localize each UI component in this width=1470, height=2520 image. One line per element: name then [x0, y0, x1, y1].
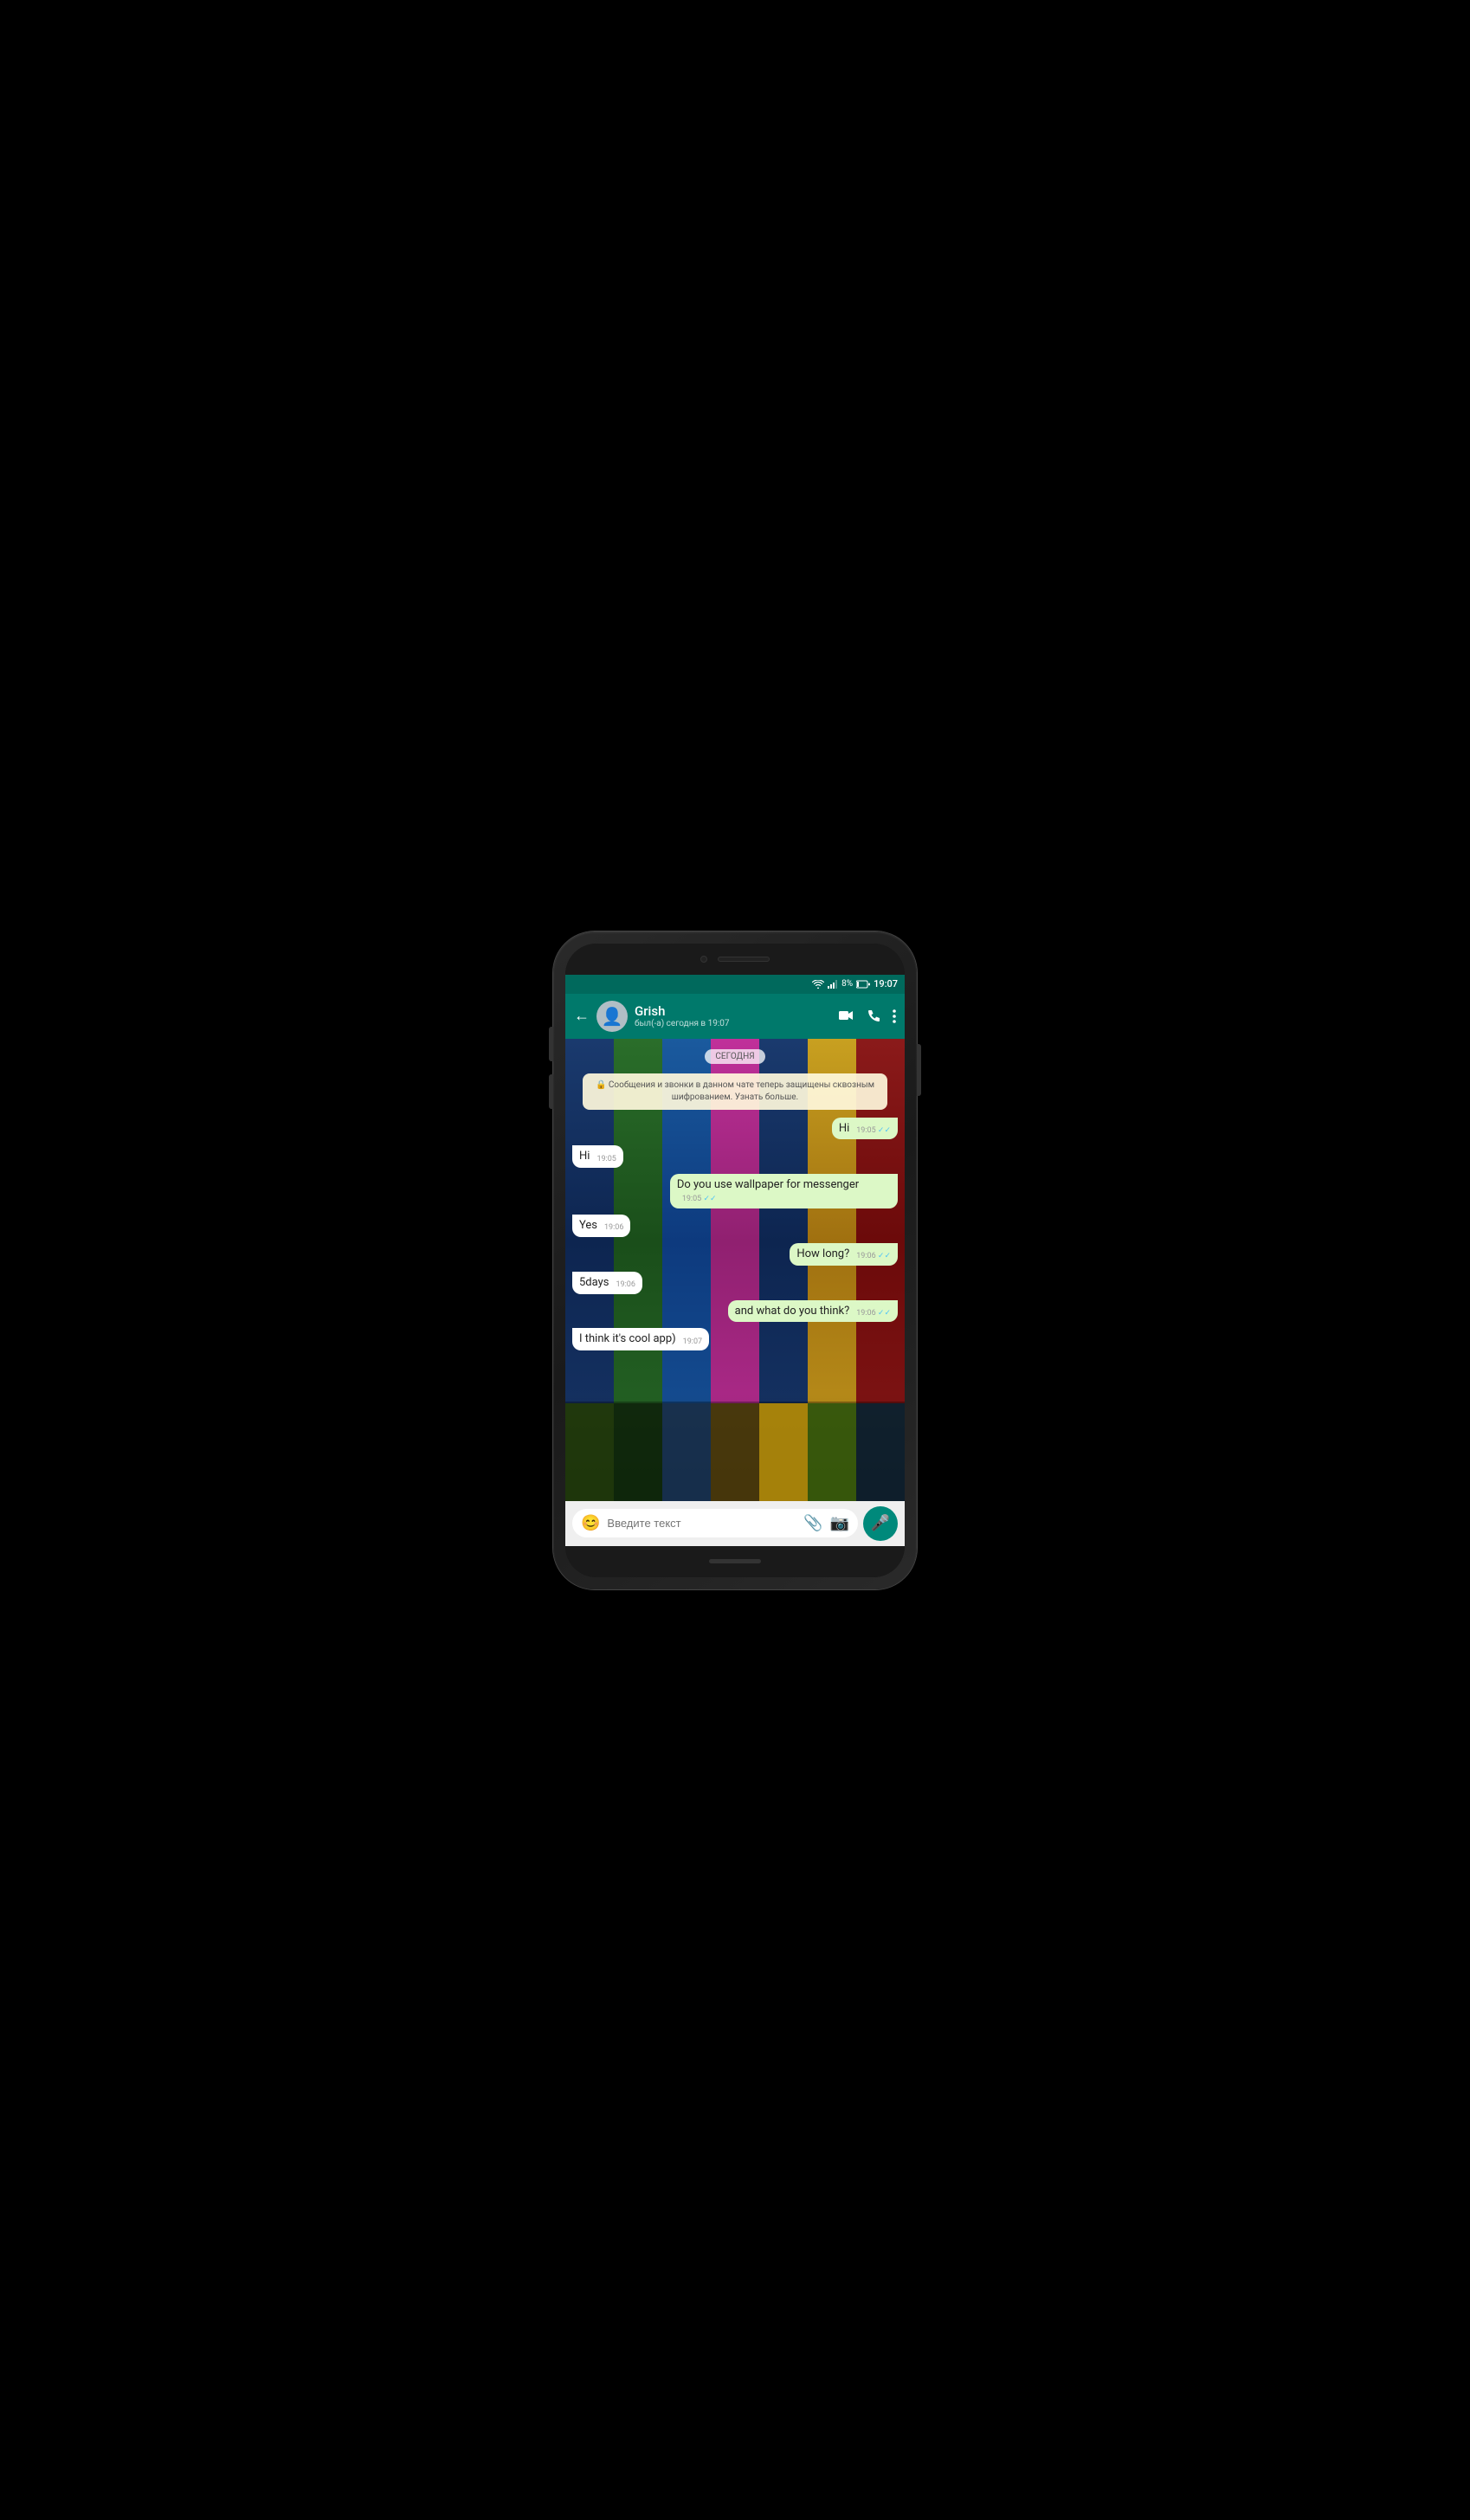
bubble-incoming: I think it's cool app) 19:07 [572, 1328, 709, 1350]
bubble-incoming: Yes 19:06 [572, 1215, 630, 1237]
message-time: 19:05 ✓✓ [682, 1195, 717, 1205]
message-text: and what do you think? [735, 1305, 850, 1319]
message-text: I think it's cool app) [579, 1332, 676, 1347]
more-options-icon[interactable] [893, 1009, 896, 1023]
message-time: 19:06 [616, 1280, 635, 1291]
home-indicator [709, 1559, 761, 1563]
bubble-incoming: Hi 19:05 [572, 1145, 623, 1168]
phone-top-bar [565, 944, 905, 975]
phone-bottom-bar [565, 1546, 905, 1577]
phone-frame: 8% 19:07 ← 👤 Grish бы [553, 931, 917, 1589]
camera-button[interactable]: 📷 [830, 1514, 849, 1532]
bubble-incoming: 5days 19:06 [572, 1272, 642, 1294]
voice-call-icon[interactable] [867, 1009, 880, 1023]
mic-icon: 🎤 [871, 1514, 890, 1532]
avatar-icon: 👤 [602, 1006, 623, 1027]
wifi-icon [812, 980, 824, 989]
screen: 8% 19:07 ← 👤 Grish бы [565, 975, 905, 1546]
message-time: 19:06 [604, 1223, 623, 1234]
header-actions [839, 1009, 896, 1023]
message-time: 19:05 ✓✓ [856, 1126, 891, 1137]
message-row: and what do you think? 19:06 ✓✓ [572, 1300, 898, 1323]
contact-status: был(-а) сегодня в 19:07 [635, 1019, 832, 1028]
message-text: Do you use wallpaper for messenger [677, 1178, 859, 1193]
bubble-outgoing: Hi 19:05 ✓✓ [832, 1118, 898, 1140]
front-camera [700, 956, 707, 963]
message-row: How long? 19:06 ✓✓ [572, 1243, 898, 1266]
contact-info: Grish был(-а) сегодня в 19:07 [635, 1003, 832, 1028]
message-row: Hi 19:05 ✓✓ [572, 1118, 898, 1140]
bubble-outgoing: Do you use wallpaper for messenger 19:05… [670, 1174, 898, 1208]
phone-screen: 8% 19:07 ← 👤 Grish бы [565, 944, 905, 1577]
speaker-grille [718, 957, 770, 962]
read-ticks: ✓✓ [878, 1126, 891, 1135]
contact-name: Grish [635, 1003, 832, 1019]
message-row: Yes 19:06 [572, 1215, 898, 1237]
battery-icon [856, 980, 870, 989]
status-time: 19:07 [874, 978, 898, 989]
mic-button[interactable]: 🎤 [863, 1506, 898, 1541]
avatar: 👤 [596, 1001, 628, 1032]
chat-area: СЕГОДНЯ 🔒 Сообщения и звонки в данном ча… [565, 1039, 905, 1546]
read-ticks: ✓✓ [878, 1309, 891, 1318]
message-input[interactable] [607, 1517, 796, 1530]
input-field-wrap: 😊 📎 📷 [572, 1509, 858, 1537]
chat-messages: СЕГОДНЯ 🔒 Сообщения и звонки в данном ча… [565, 1039, 905, 1501]
battery-text: 8% [841, 979, 853, 989]
input-bar: 😊 📎 📷 🎤 [565, 1501, 905, 1546]
status-bar-icons: 8% 19:07 [812, 978, 898, 989]
signal-icon [828, 980, 838, 989]
message-row: Do you use wallpaper for messenger 19:05… [572, 1174, 898, 1208]
bubble-outgoing: and what do you think? 19:06 ✓✓ [728, 1300, 898, 1323]
message-row: Hi 19:05 [572, 1145, 898, 1168]
message-text: How long? [796, 1247, 849, 1262]
emoji-button[interactable]: 😊 [581, 1514, 600, 1532]
video-call-icon[interactable] [839, 1009, 854, 1022]
read-ticks: ✓✓ [703, 1195, 716, 1203]
message-time: 19:06 ✓✓ [856, 1309, 891, 1319]
back-button[interactable]: ← [574, 1007, 590, 1025]
system-message: 🔒 Сообщения и звонки в данном чате тепер… [583, 1073, 887, 1110]
message-time: 19:06 ✓✓ [856, 1252, 891, 1262]
app-header: ← 👤 Grish был(-а) сегодня в 19:07 [565, 994, 905, 1039]
date-badge: СЕГОДНЯ [705, 1049, 764, 1064]
message-time: 19:07 [683, 1337, 702, 1348]
bubble-outgoing: How long? 19:06 ✓✓ [790, 1243, 898, 1266]
message-text: 5days [579, 1276, 609, 1291]
attach-button[interactable]: 📎 [803, 1514, 822, 1532]
message-row: I think it's cool app) 19:07 [572, 1328, 898, 1350]
message-text: Hi [839, 1122, 849, 1137]
status-bar: 8% 19:07 [565, 975, 905, 994]
message-text: Yes [579, 1219, 597, 1234]
message-text: Hi [579, 1150, 590, 1164]
read-ticks: ✓✓ [878, 1252, 891, 1260]
message-row: 5days 19:06 [572, 1272, 898, 1294]
message-time: 19:05 [596, 1155, 616, 1165]
